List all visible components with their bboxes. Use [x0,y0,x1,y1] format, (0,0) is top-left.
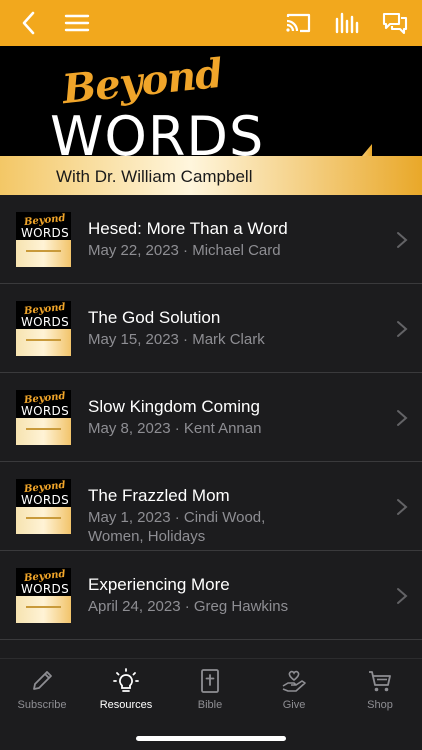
chevron-right-icon [397,499,408,515]
list-item[interactable]: Beyond WORDS Hesed: More Than a Word May… [0,195,422,284]
chevron-right-icon [397,321,408,337]
cast-button[interactable] [283,8,313,38]
app-screen: Beyond WORDS With Dr. William Campbell B… [0,0,422,750]
thumbnail-gold-bar [16,418,71,445]
episode-meta: May 8, 2023 · Kent Annan [88,420,262,437]
thumbnail-title: WORDS [21,226,70,240]
episode-title: Slow Kingdom Coming [88,397,260,416]
cast-icon [286,13,311,33]
chevron-right-icon [397,232,408,248]
tab-subscribe[interactable]: Subscribe [0,667,84,717]
episode-thumbnail: Beyond WORDS [16,390,71,445]
tab-label: Resources [99,699,153,711]
episode-title: The Frazzled Mom [88,486,230,505]
chat-button[interactable] [380,8,410,38]
back-button[interactable] [14,8,44,38]
tab-give[interactable]: Give [252,667,336,717]
tab-label: Give [282,699,306,711]
tab-label: Bible [197,699,223,711]
home-indicator [136,736,286,741]
list-item[interactable]: Beyond WORDS The God Solution May 15, 20… [0,284,422,373]
thumbnail-title: WORDS [21,582,70,596]
heart-hand-icon [282,670,306,692]
list-item[interactable]: Beyond WORDS Experiencing More April 24,… [0,551,422,640]
pencil-icon [33,671,52,690]
top-nav-bar [0,0,422,46]
thumbnail-title: WORDS [21,404,70,418]
episode-thumbnail: Beyond WORDS [16,568,71,623]
chevron-right-icon [397,588,408,604]
list-item[interactable]: Beyond WORDS Slow Kingdom Coming May 8, … [0,373,422,462]
lightbulb-icon [113,668,139,692]
episode-meta: May 22, 2023 · Michael Card [88,242,281,259]
episode-meta: May 1, 2023 · Cindi Wood, Women, Holiday… [88,509,266,545]
tab-resources[interactable]: Resources [84,667,168,717]
episode-thumbnail: Beyond WORDS [16,301,71,356]
thumbnail-gold-bar [16,596,71,623]
list-item[interactable]: Beyond WORDS The Frazzled Mom May 1, 202… [0,462,422,551]
tab-label: Shop [367,699,393,711]
cart-icon [369,671,391,692]
tab-label: Subscribe [17,699,67,711]
menu-button[interactable] [62,8,92,38]
banner-subtitle: With Dr. William Campbell [56,167,253,186]
thumbnail-title: WORDS [21,315,70,329]
program-banner: Beyond WORDS With Dr. William Campbell [0,46,422,195]
chat-bubbles-icon [382,12,408,35]
episode-title: Hesed: More Than a Word [88,219,288,238]
tab-shop[interactable]: Shop [338,667,422,717]
thumbnail-gold-bar [16,507,71,534]
episode-thumbnail: Beyond WORDS [16,479,71,534]
audio-bars-icon [335,12,359,34]
episode-title: The God Solution [88,308,221,327]
episode-meta: April 24, 2023 · Greg Hawkins [88,598,289,615]
episode-title: Experiencing More [88,575,230,594]
hamburger-menu-icon [64,14,90,32]
chevron-right-icon [397,410,408,426]
episode-list: Beyond WORDS Hesed: More Than a Word May… [0,195,422,640]
thumbnail-gold-bar [16,240,71,267]
audio-button[interactable] [332,8,362,38]
thumbnail-title: WORDS [21,493,70,507]
episode-meta: May 15, 2023 · Mark Clark [88,331,265,348]
banner-title: WORDS [50,105,265,168]
tab-bible[interactable]: Bible [168,667,252,717]
thumbnail-gold-bar [16,329,71,356]
bible-icon [201,669,219,693]
episode-thumbnail: Beyond WORDS [16,212,71,267]
chevron-left-icon [22,11,35,35]
